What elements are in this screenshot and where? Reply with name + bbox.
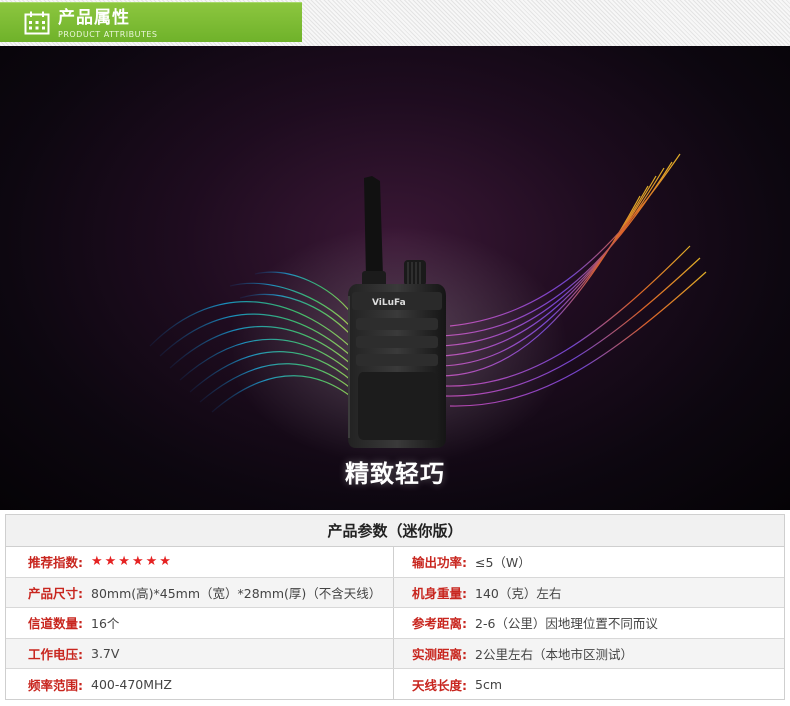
spec-label: 机身重量:	[412, 585, 467, 601]
spec-table: 产品参数（迷你版） 推荐指数: ★★★★★★ 输出功率: ≤5（W） 产品尺寸:…	[5, 514, 785, 700]
section-subtitle: PRODUCT ATTRIBUTES	[58, 30, 158, 39]
section-title: 产品属性	[58, 8, 130, 28]
spec-label: 参考距离:	[412, 616, 467, 632]
rating-stars: ★★★★★★	[91, 554, 173, 570]
spec-cell-size: 产品尺寸: 80mm(高)*45mm（宽）*28mm(厚)（不含天线）	[6, 577, 394, 608]
spec-cell-power: 输出功率: ≤5（W）	[394, 547, 784, 577]
spec-value: 140（克）左右	[475, 585, 562, 601]
spec-value: 5cm	[475, 677, 503, 693]
spec-label: 输出功率:	[412, 555, 467, 571]
brand-logo: ViLuFa	[372, 298, 406, 308]
spec-label: 信道数量:	[28, 616, 83, 632]
spec-label: 推荐指数:	[28, 555, 83, 571]
spec-value: 2公里左右（本地市区测试）	[475, 647, 633, 663]
spec-label: 产品尺寸:	[28, 585, 83, 601]
spec-value: 80mm(高)*45mm（宽）*28mm(厚)（不含天线）	[91, 585, 382, 601]
table-row: 信道数量: 16个 参考距离: 2-6（公里）因地理位置不同而议	[6, 608, 784, 639]
spec-cell-voltage: 工作电压: 3.7V	[6, 638, 394, 669]
walkie-talkie-image: ViLuFa	[348, 176, 446, 448]
spec-value: 3.7V	[91, 646, 120, 662]
spec-cell-rating: 推荐指数: ★★★★★★	[6, 547, 394, 577]
spec-cell-frequency: 频率范围: 400-470MHZ	[6, 669, 394, 700]
spec-cell-channels: 信道数量: 16个	[6, 608, 394, 638]
spec-value: 2-6（公里）因地理位置不同而议	[475, 616, 658, 632]
spec-value: 16个	[91, 616, 120, 632]
calendar-icon	[24, 11, 50, 35]
table-row: 频率范围: 400-470MHZ 天线长度: 5cm	[6, 669, 784, 700]
spec-label: 天线长度:	[412, 678, 467, 694]
spec-cell-reference-range: 参考距离: 2-6（公里）因地理位置不同而议	[394, 608, 784, 638]
spec-cell-measured-range: 实测距离: 2公里左右（本地市区测试）	[394, 639, 784, 669]
banner-caption: 精致轻巧	[345, 460, 445, 488]
spec-label: 频率范围:	[28, 678, 83, 694]
spec-table-title: 产品参数（迷你版）	[6, 515, 784, 547]
spec-cell-weight: 机身重量: 140（克）左右	[394, 578, 784, 608]
spec-value: 400-470MHZ	[91, 677, 172, 693]
section-header: 产品属性 PRODUCT ATTRIBUTES	[0, 0, 790, 46]
spec-value: ≤5（W）	[475, 555, 531, 571]
header-tab: 产品属性 PRODUCT ATTRIBUTES	[0, 2, 302, 42]
product-banner: ViLuFa 精致轻巧	[0, 46, 790, 510]
table-row: 推荐指数: ★★★★★★ 输出功率: ≤5（W）	[6, 547, 784, 578]
banner-artwork: ViLuFa	[149, 153, 707, 466]
spec-label: 工作电压:	[28, 647, 83, 663]
spec-cell-antenna-length: 天线长度: 5cm	[394, 669, 784, 700]
spec-label: 实测距离:	[412, 647, 467, 663]
table-row: 产品尺寸: 80mm(高)*45mm（宽）*28mm(厚)（不含天线） 机身重量…	[6, 577, 784, 609]
table-row: 工作电压: 3.7V 实测距离: 2公里左右（本地市区测试）	[6, 638, 784, 670]
